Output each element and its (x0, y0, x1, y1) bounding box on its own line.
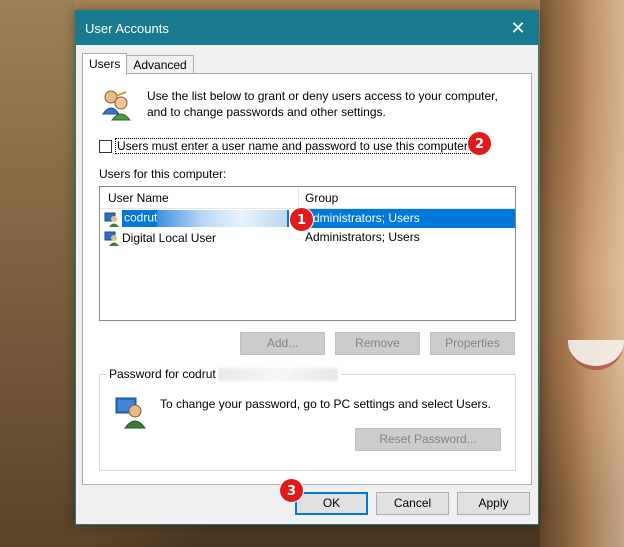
listview-header: User Name Group (100, 187, 515, 209)
tab-users[interactable]: Users (82, 53, 128, 75)
user-name-value: codrut (124, 210, 158, 225)
title-bar: User Accounts ✕ (76, 11, 538, 45)
password-groupbox: Password for codrut To change your passw… (99, 367, 516, 471)
cancel-button[interactable]: Cancel (376, 492, 449, 515)
background-photo (540, 0, 624, 547)
table-row[interactable]: Digital Local User Administrators; Users (100, 228, 515, 247)
ok-button[interactable]: OK (295, 492, 368, 515)
tab-strip: Users Advanced (82, 53, 194, 75)
password-group-title-text: Password for codrut (109, 367, 216, 381)
background-left (0, 0, 75, 547)
password-info-text: To change your password, go to PC settin… (160, 397, 491, 411)
tab-advanced[interactable]: Advanced (126, 55, 194, 74)
apply-button[interactable]: Apply (457, 492, 530, 515)
user-icon (104, 212, 119, 227)
require-password-checkbox[interactable] (99, 139, 112, 153)
users-listview[interactable]: User Name Group codrut Administrators; U… (99, 186, 516, 321)
intro-text: Use the list below to grant or deny user… (147, 89, 498, 119)
window-title: User Accounts (85, 20, 169, 36)
user-name-text: Digital Local User (122, 230, 217, 245)
column-group[interactable]: Group (299, 187, 515, 208)
require-password-label[interactable]: Users must enter a user name and passwor… (115, 138, 473, 154)
properties-button[interactable]: Properties (430, 332, 515, 355)
users-list-label: Users for this computer: (99, 167, 227, 181)
column-user-name[interactable]: User Name (100, 187, 299, 208)
group-cell: Administrators; Users (305, 230, 420, 244)
password-group-title: Password for codrut (106, 367, 341, 381)
users-tab-panel: Use the list below to grant or deny user… (82, 73, 532, 485)
user-name-cell: codrut (100, 210, 299, 227)
step-marker-2: 2 (467, 131, 492, 156)
remove-button[interactable]: Remove (335, 332, 420, 355)
redacted-region (217, 367, 338, 381)
user-name-cell: Digital Local User (100, 230, 299, 246)
users-icon (102, 90, 132, 121)
reset-password-button[interactable]: Reset Password... (355, 428, 501, 451)
close-button[interactable]: ✕ (498, 11, 538, 45)
user-accounts-dialog: User Accounts ✕ Users Advanced Use the l… (75, 10, 539, 525)
user-name-text: codrut (122, 210, 290, 227)
step-marker-3: 3 (279, 478, 304, 503)
group-cell: Administrators; Users (299, 209, 515, 228)
add-button[interactable]: Add... (240, 332, 325, 355)
require-password-checkbox-row[interactable]: Users must enter a user name and passwor… (99, 138, 473, 154)
user-icon (104, 231, 119, 246)
step-marker-1: 1 (289, 207, 314, 232)
redacted-region (157, 210, 288, 227)
user-password-icon (115, 397, 146, 429)
